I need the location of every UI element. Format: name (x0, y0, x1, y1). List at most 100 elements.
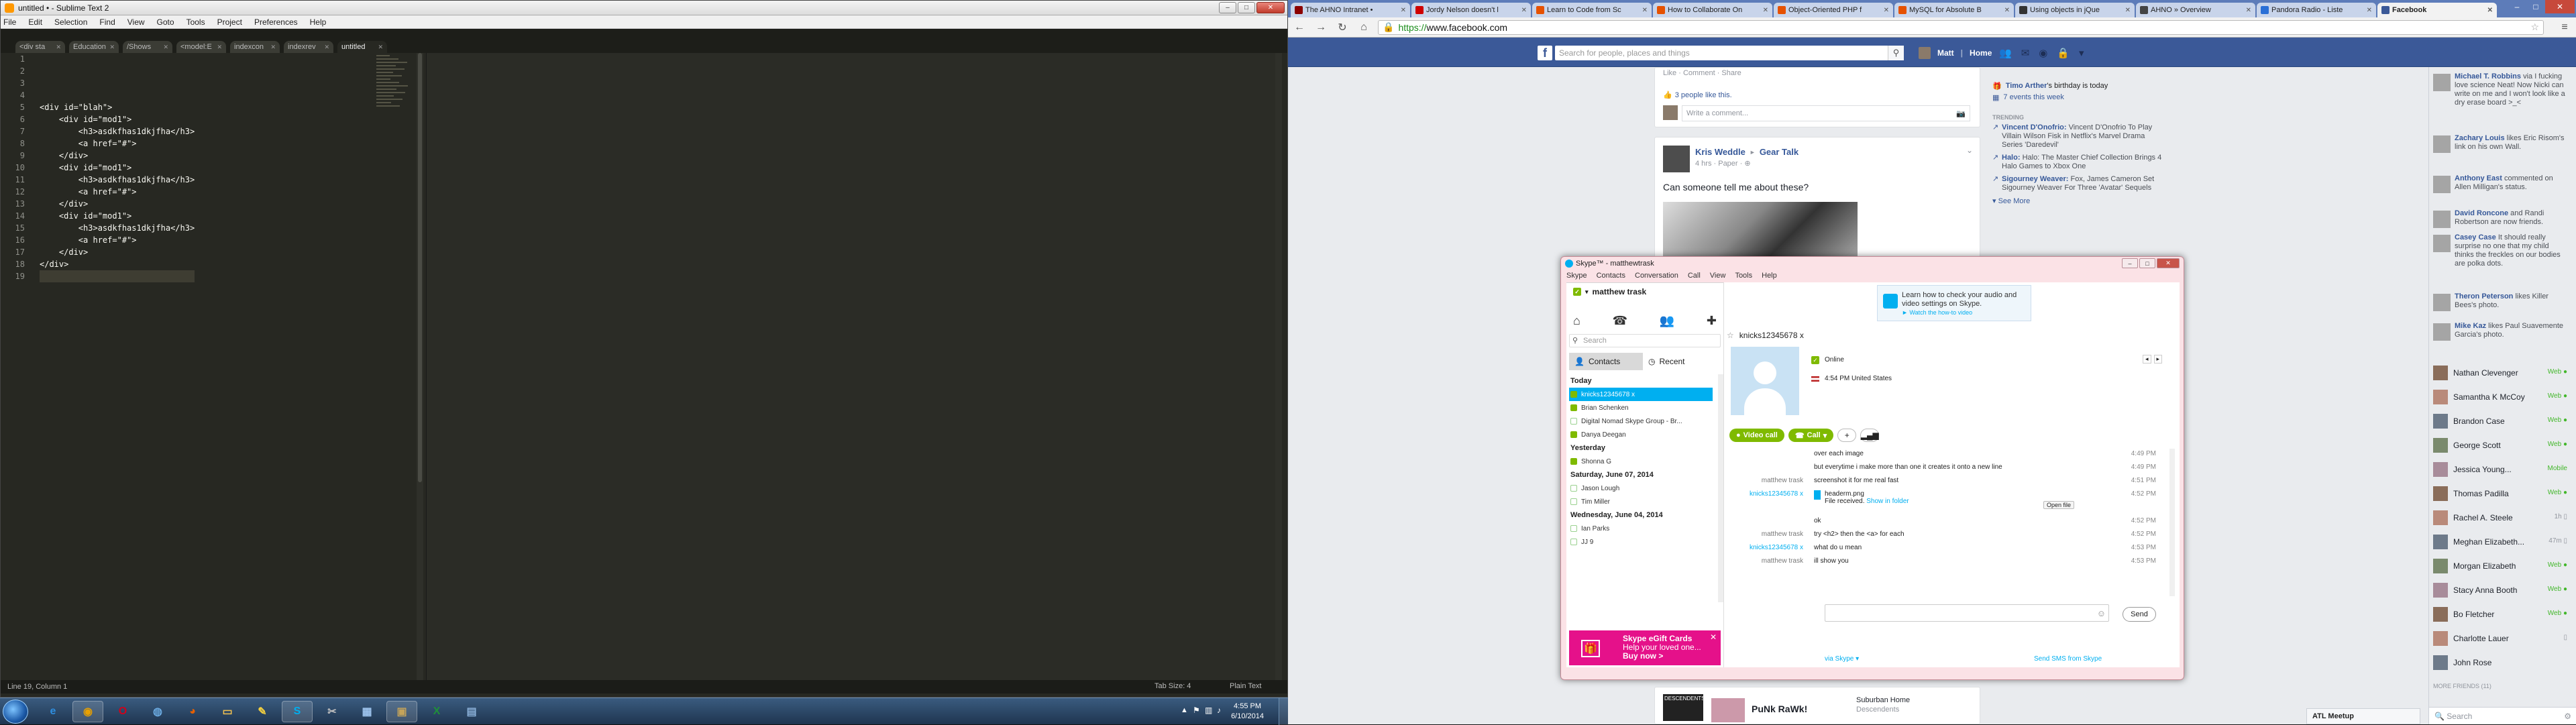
skype-menu-call[interactable]: Call (1688, 272, 1701, 280)
code-line[interactable]: <div id="mod1"> (40, 113, 195, 125)
song-title[interactable]: Suburban Home (1856, 695, 1910, 705)
browser-tab[interactable]: The AHNO Intranet • ✕ (1291, 3, 1410, 17)
trending-topic[interactable]: Sigourney Weaver: (2002, 175, 2068, 183)
skype-titlebar[interactable]: Skype™ - matthewtrask – □ ✕ (1561, 257, 2184, 270)
chat-message[interactable]: but everytime i make more than one it cr… (1727, 463, 2156, 477)
taskbar-globe-icon[interactable]: ◍ (142, 701, 173, 722)
browser-tab[interactable]: Jordy Nelson doesn't l ✕ (1411, 3, 1531, 17)
file-name[interactable]: headerm.png (1825, 490, 1909, 498)
browser-tab[interactable]: Facebook ✕ (2377, 3, 2497, 17)
chat-friend[interactable]: Rachel A. Steele 1h ▯ (2433, 510, 2571, 526)
browser-tab[interactable]: MySQL for Absolute B ✕ (1894, 3, 2014, 17)
chat-message[interactable]: knicks12345678 x what do u mean 4:53 PM (1727, 544, 2156, 557)
ad-buy-link[interactable]: Buy now > (1623, 652, 1715, 661)
chat-friend[interactable]: George Scott Web ● (2433, 437, 2571, 453)
star-icon[interactable]: ☆ (2530, 21, 2539, 33)
ticker-name[interactable]: Casey Case (2455, 233, 2496, 241)
send-button[interactable]: Send (2123, 607, 2156, 622)
avatar[interactable] (1919, 47, 1931, 59)
editor-pane[interactable]: 1 2 3 4 5 6 7 8 9 10 11 12 13 14 15 16 17 18 19 <div id="b… (1, 53, 423, 680)
chat-friend[interactable]: Jessica Young... Mobile (2433, 461, 2571, 478)
close-icon[interactable]: ✕ (2004, 7, 2010, 14)
maximize-button[interactable]: □ (1238, 2, 1255, 13)
chat-message[interactable]: matthew trask ill show you 4:53 PM (1727, 557, 2156, 571)
camera-icon[interactable]: 📷 (1956, 109, 1966, 118)
back-icon[interactable]: ← (1292, 20, 1307, 35)
home-icon[interactable]: ⌂ (1356, 20, 1371, 35)
skype-menu-tools[interactable]: Tools (1735, 272, 1752, 280)
chat-message[interactable]: matthew trask screenshot it for me real f… (1727, 477, 2156, 490)
close-icon[interactable]: ✕ (1884, 7, 1889, 14)
facebook-logo-icon[interactable]: f (1538, 46, 1552, 60)
ticker-name[interactable]: Anthony East (2455, 174, 2502, 182)
volume-icon[interactable]: ♪ (1217, 706, 1221, 715)
prev-icon[interactable]: ◂ (2143, 355, 2151, 364)
see-more-link[interactable]: ▾ See More (1992, 197, 2167, 205)
chat-friend[interactable]: John Rose (2433, 655, 2571, 671)
menu-item-tools[interactable]: Tools (186, 17, 205, 27)
minimap[interactable] (376, 53, 417, 147)
contact-item[interactable]: Brian Schenken (1569, 401, 1713, 414)
editor-scrollbar[interactable] (417, 53, 423, 680)
menu-item-goto[interactable]: Goto (157, 17, 174, 27)
code-line[interactable]: <div id="mod1"> (40, 162, 195, 174)
call-quality-icon[interactable]: ▂▄▆ (1860, 429, 1880, 442)
post-group[interactable]: Gear Talk (1760, 147, 1799, 157)
trending-item[interactable]: ↗ Vincent D'Onofrio: Vincent D'Onofrio To… (1992, 123, 2167, 150)
send-sms-link[interactable]: Send SMS from Skype (2034, 655, 2102, 663)
skype-menu-view[interactable]: View (1710, 272, 1726, 280)
likes-line[interactable]: 👍 3 people like this. (1663, 91, 1732, 100)
flag-icon[interactable]: ⚑ (1193, 706, 1200, 715)
skype-menu-conversation[interactable]: Conversation (1635, 272, 1678, 280)
trending-item[interactable]: ↗ Sigourney Weaver: Fox, James Cameron Se… (1992, 175, 2167, 192)
scroll-thumb[interactable] (418, 53, 422, 482)
close-icon[interactable]: ✕ (2125, 7, 2131, 14)
minimize-button[interactable]: – (1219, 2, 1236, 13)
close-icon[interactable]: ✕ (270, 44, 276, 51)
taskbar-opera-icon[interactable]: O (107, 701, 138, 722)
code-line[interactable] (40, 65, 195, 77)
menu-item-file[interactable]: File (3, 17, 16, 27)
tab-recent[interactable]: ◷ Recent (1643, 353, 1717, 370)
code-line[interactable]: <h3>asdkfhas1dkjfha</h3> (40, 125, 195, 137)
code-line[interactable]: </div> (40, 198, 195, 210)
chat-friend[interactable]: Samantha K McCoy Web ● (2433, 389, 2571, 405)
close-icon[interactable]: ✕ (1642, 7, 1648, 14)
chat-message[interactable]: over each image 4:49 PM (1727, 450, 2156, 463)
taskbar-explorer-icon[interactable]: ▭ (212, 701, 243, 722)
skype-menu-help[interactable]: Help (1762, 272, 1777, 280)
trending-topic[interactable]: Vincent D'Onofrio: (2002, 123, 2067, 131)
chat-friend[interactable]: Morgan Elizabeth Web ● (2433, 558, 2571, 574)
chat-message[interactable]: Open file knicks12345678 x headerm.png File… (1727, 490, 2156, 517)
code-line[interactable]: <div id="blah"> (40, 101, 195, 113)
code-line[interactable]: <a href="#"> (40, 234, 195, 246)
chat-friend[interactable]: Bo Fletcher Web ● (2433, 606, 2571, 622)
audio-settings-banner[interactable]: Learn how to check your audio and video … (1877, 285, 2031, 321)
video-call-button[interactable]: ● Video call (1729, 429, 1784, 442)
skype-menu-skype[interactable]: Skype (1566, 272, 1587, 280)
browser-tab[interactable]: Object-Oriented PHP f ✕ (1774, 3, 1893, 17)
scrollbar[interactable] (1275, 53, 1282, 680)
events-link[interactable]: 7 events this week (2003, 93, 2064, 101)
close-icon[interactable]: ✕ (2487, 7, 2493, 14)
code-line[interactable] (40, 53, 195, 65)
editor-tab[interactable]: <model:E ✕ (176, 41, 226, 53)
ticker-name[interactable]: Michael T. Robbins (2455, 72, 2521, 80)
start-button[interactable] (3, 700, 28, 724)
code-line[interactable]: <div id="mod1"> (40, 210, 195, 222)
phone-icon[interactable]: ☎ (1613, 314, 1627, 328)
menu-item-edit[interactable]: Edit (28, 17, 42, 27)
post-photo[interactable] (1663, 202, 1858, 264)
trending-item[interactable]: ↗ Halo: Halo: The Master Chief Collection… (1992, 154, 2167, 171)
chat-friend[interactable]: Thomas Padilla Web ● (2433, 486, 2571, 502)
browser-tab[interactable]: Using objects in jQue ✕ (2015, 3, 2135, 17)
editor-tab[interactable]: indexcon ✕ (230, 41, 280, 53)
notifications-icon[interactable]: ◉ (2039, 47, 2047, 59)
address-bar[interactable]: 🔒 https://www.facebook.com ☆ (1378, 19, 2544, 35)
contact-item[interactable]: Danya Deegan (1569, 428, 1713, 441)
menu-item-view[interactable]: View (127, 17, 145, 27)
settings-icon[interactable]: ▾ (2079, 47, 2084, 59)
taskbar-tools-icon[interactable]: ✂ (317, 701, 347, 722)
close-icon[interactable]: ✕ (324, 44, 329, 51)
close-button[interactable]: ✕ (2157, 258, 2180, 268)
